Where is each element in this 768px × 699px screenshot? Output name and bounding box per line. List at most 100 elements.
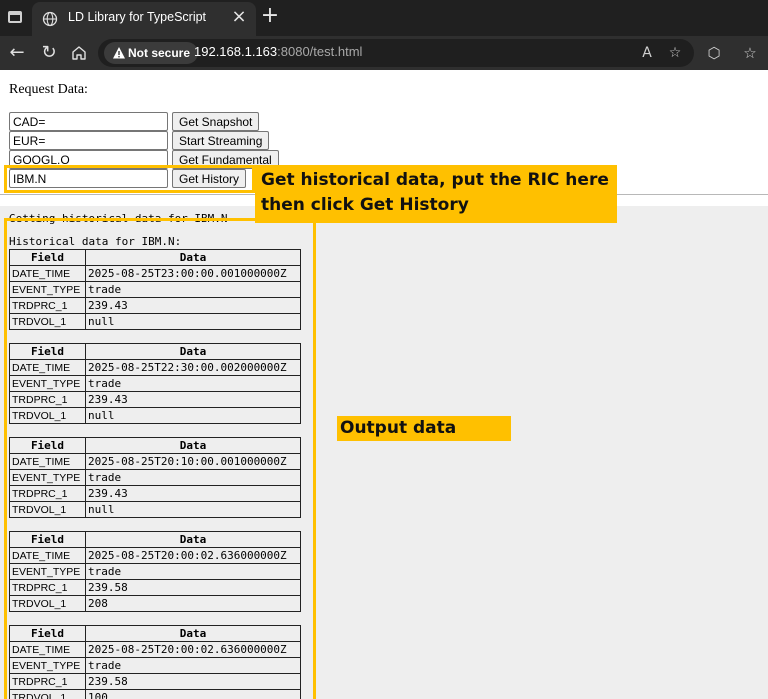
field-cell: TRDPRC_1 xyxy=(9,673,86,690)
extensions-icon[interactable]: ⬡ xyxy=(704,43,724,63)
history-tables: Field Data DATE_TIME 2025-08-25T23:00:00.00… xyxy=(9,249,309,699)
field-cell: TRDVOL_1 xyxy=(9,407,86,424)
field-cell: TRDVOL_1 xyxy=(9,689,86,699)
browser-tab[interactable]: LD Library for TypeScript × xyxy=(32,2,256,36)
window-menu-icon[interactable] xyxy=(8,11,22,23)
reload-icon[interactable]: ↻ xyxy=(38,42,60,64)
table-row: TRDPRC_1 239.58 xyxy=(9,579,301,596)
field-cell: TRDPRC_1 xyxy=(9,391,86,408)
value-cell: null xyxy=(85,407,301,424)
navigation-bar: ← ↻ Not secure 192.168.1.163:8080/test.h… xyxy=(0,36,768,70)
history-callout-line1: Get historical data, put the RIC here xyxy=(261,170,609,190)
history-table: Field Data DATE_TIME 2025-08-25T23:00:00.00… xyxy=(9,249,301,330)
field-cell: TRDPRC_1 xyxy=(9,579,86,596)
field-cell: DATE_TIME xyxy=(9,359,86,376)
history-table: Field Data DATE_TIME 2025-08-25T20:00:02.63… xyxy=(9,531,301,612)
value-cell: 208 xyxy=(85,595,301,612)
table-header-row: Field Data xyxy=(9,437,301,454)
table-row: TRDPRC_1 239.43 xyxy=(9,297,301,314)
get-snapshot-button[interactable]: Get Snapshot xyxy=(172,112,260,131)
value-cell: 239.43 xyxy=(85,485,301,502)
security-label: Not secure xyxy=(128,46,191,60)
get-history-button[interactable]: Get History xyxy=(172,169,247,188)
table-header-row: Field Data xyxy=(9,343,301,360)
history-ric-input[interactable] xyxy=(9,169,168,188)
field-cell: DATE_TIME xyxy=(9,453,86,470)
table-header-row: Field Data xyxy=(9,249,301,266)
globe-icon xyxy=(42,11,58,27)
value-cell: 2025-08-25T20:00:02.636000000Z xyxy=(85,641,301,658)
new-tab-icon[interactable]: + xyxy=(260,5,280,27)
table-row: EVENT_TYPE trade xyxy=(9,657,301,674)
value-cell: trade xyxy=(85,563,301,580)
value-cell: null xyxy=(85,501,301,518)
value-cell: 239.43 xyxy=(85,391,301,408)
streaming-ric-input[interactable] xyxy=(9,131,168,150)
start-streaming-button[interactable]: Start Streaming xyxy=(172,131,270,150)
field-column-header: Field xyxy=(9,249,86,266)
value-cell: 239.43 xyxy=(85,297,301,314)
table-row: TRDPRC_1 239.43 xyxy=(9,485,301,502)
field-cell: DATE_TIME xyxy=(9,547,86,564)
field-cell: EVENT_TYPE xyxy=(9,657,86,674)
field-cell: TRDPRC_1 xyxy=(9,485,86,502)
history-callout-line2: then click Get History xyxy=(261,195,469,215)
address-bar[interactable]: Not secure 192.168.1.163:8080/test.html … xyxy=(98,39,694,67)
table-row: TRDVOL_1 208 xyxy=(9,595,301,612)
tab-bar: LD Library for TypeScript × + xyxy=(0,0,768,36)
table-row: EVENT_TYPE trade xyxy=(9,375,301,392)
table-header-row: Field Data xyxy=(9,531,301,548)
field-cell: EVENT_TYPE xyxy=(9,375,86,392)
home-icon[interactable] xyxy=(70,44,88,62)
field-cell: TRDVOL_1 xyxy=(9,501,86,518)
favorite-star-icon[interactable]: ☆ xyxy=(666,44,684,62)
value-cell: 2025-08-25T20:00:02.636000000Z xyxy=(85,547,301,564)
table-row: EVENT_TYPE trade xyxy=(9,281,301,298)
table-row: TRDVOL_1 100 xyxy=(9,689,301,699)
table-row: DATE_TIME 2025-08-25T20:10:00.001000000Z xyxy=(9,453,301,470)
value-cell: 239.58 xyxy=(85,579,301,596)
field-column-header: Field xyxy=(9,625,86,642)
data-column-header: Data xyxy=(85,625,301,642)
table-header-row: Field Data xyxy=(9,625,301,642)
table-row: TRDPRC_1 239.43 xyxy=(9,391,301,408)
value-cell: 239.58 xyxy=(85,673,301,690)
field-column-header: Field xyxy=(9,531,86,548)
table-row: TRDVOL_1 null xyxy=(9,501,301,518)
field-cell: TRDVOL_1 xyxy=(9,313,86,330)
field-cell: TRDPRC_1 xyxy=(9,297,86,314)
table-row: DATE_TIME 2025-08-25T22:30:00.002000000Z xyxy=(9,359,301,376)
url-host: 192.168.1.163 xyxy=(194,44,278,59)
table-row: DATE_TIME 2025-08-25T23:00:00.001000000Z xyxy=(9,265,301,282)
data-column-header: Data xyxy=(85,343,301,360)
table-row: TRDVOL_1 null xyxy=(9,407,301,424)
snapshot-ric-input[interactable] xyxy=(9,112,168,131)
url-path: :8080/test.html xyxy=(277,44,363,59)
request-data-title: Request Data: xyxy=(9,82,88,97)
table-row: DATE_TIME 2025-08-25T20:00:02.636000000Z xyxy=(9,641,301,658)
history-callout: Get historical data, put the RIC here th… xyxy=(255,165,617,223)
url-text[interactable]: 192.168.1.163:8080/test.html xyxy=(194,44,362,59)
field-cell: EVENT_TYPE xyxy=(9,563,86,580)
table-row: TRDPRC_1 239.58 xyxy=(9,673,301,690)
field-column-header: Field xyxy=(9,343,86,360)
table-row: EVENT_TYPE trade xyxy=(9,469,301,486)
tab-title: LD Library for TypeScript xyxy=(68,10,207,24)
history-table: Field Data DATE_TIME 2025-08-25T20:10:00.00… xyxy=(9,437,301,518)
history-table: Field Data DATE_TIME 2025-08-25T22:30:00.00… xyxy=(9,343,301,424)
value-cell: trade xyxy=(85,281,301,298)
history-table: Field Data DATE_TIME 2025-08-25T20:00:02.63… xyxy=(9,625,301,699)
close-tab-icon[interactable]: × xyxy=(230,7,248,27)
value-cell: 100 xyxy=(85,689,301,699)
read-aloud-icon[interactable]: A xyxy=(638,44,656,62)
data-column-header: Data xyxy=(85,531,301,548)
value-cell: 2025-08-25T23:00:00.001000000Z xyxy=(85,265,301,282)
security-indicator[interactable]: Not secure xyxy=(104,42,199,64)
fundamental-ric-input[interactable] xyxy=(9,150,168,169)
table-row: EVENT_TYPE trade xyxy=(9,563,301,580)
status-message: Getting historical data for IBM.N xyxy=(9,212,228,225)
favorites-icon[interactable]: ☆ xyxy=(740,43,760,63)
warning-icon xyxy=(113,47,125,59)
field-cell: DATE_TIME xyxy=(9,265,86,282)
back-icon[interactable]: ← xyxy=(6,42,28,64)
